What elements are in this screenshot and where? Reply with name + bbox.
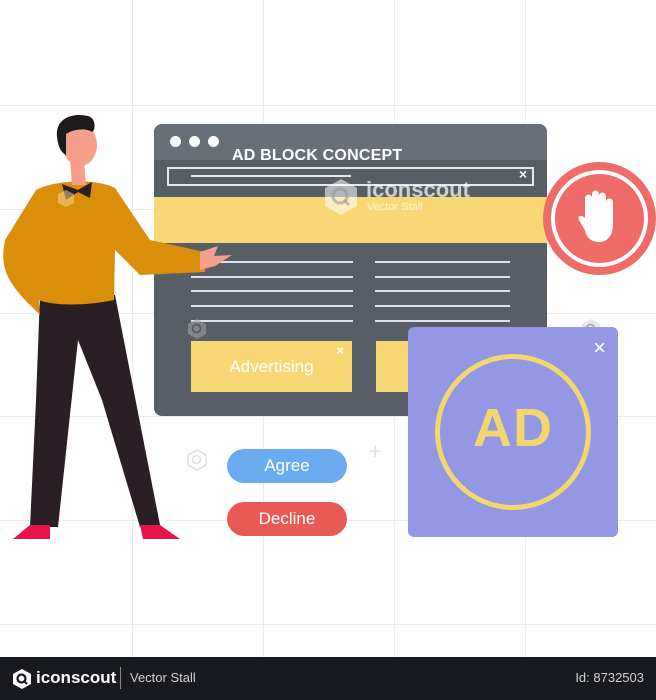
shoe-icon bbox=[140, 525, 180, 539]
footer-author[interactable]: Vector Stall bbox=[130, 670, 196, 685]
plus-decoration-icon: + bbox=[368, 438, 383, 465]
illustration-canvas: AD BLOCK CONCEPT × × Advertising iconsco… bbox=[0, 0, 656, 657]
hand-stop-icon bbox=[578, 190, 613, 242]
watermark-brand: iconscout bbox=[366, 177, 470, 202]
ad-label: AD bbox=[473, 398, 553, 458]
iconscout-logo-icon[interactable] bbox=[12, 669, 32, 689]
iconscout-watermark-icon bbox=[325, 179, 357, 215]
text-line bbox=[375, 320, 510, 322]
text-line bbox=[375, 305, 510, 307]
text-line bbox=[375, 276, 510, 278]
footer-divider bbox=[120, 667, 121, 689]
text-line bbox=[375, 290, 510, 292]
browser-title: AD BLOCK CONCEPT bbox=[232, 147, 403, 164]
grid-line bbox=[0, 105, 656, 106]
watermark-author: Vector Stall bbox=[367, 201, 423, 213]
stop-sign bbox=[543, 162, 656, 275]
decline-button[interactable]: Decline bbox=[227, 502, 347, 536]
asset-id: Id: 8732503 bbox=[575, 670, 644, 685]
shoe-icon bbox=[13, 525, 50, 539]
footer-bar: iconscout Vector Stall Id: 8732503 bbox=[0, 657, 656, 700]
hand bbox=[200, 246, 232, 270]
text-line bbox=[375, 261, 510, 263]
sweater bbox=[3, 181, 205, 315]
agree-button[interactable]: Agree bbox=[227, 449, 347, 483]
ad-badge: AD bbox=[435, 354, 591, 510]
close-icon[interactable]: × bbox=[593, 337, 606, 359]
close-icon[interactable]: × bbox=[519, 166, 527, 182]
trousers bbox=[30, 295, 160, 527]
grid-line bbox=[0, 624, 656, 625]
close-icon[interactable]: × bbox=[336, 343, 344, 358]
ad-popup: × AD bbox=[408, 327, 618, 537]
presenter-person bbox=[3, 114, 232, 539]
footer-brand[interactable]: iconscout bbox=[36, 668, 116, 688]
